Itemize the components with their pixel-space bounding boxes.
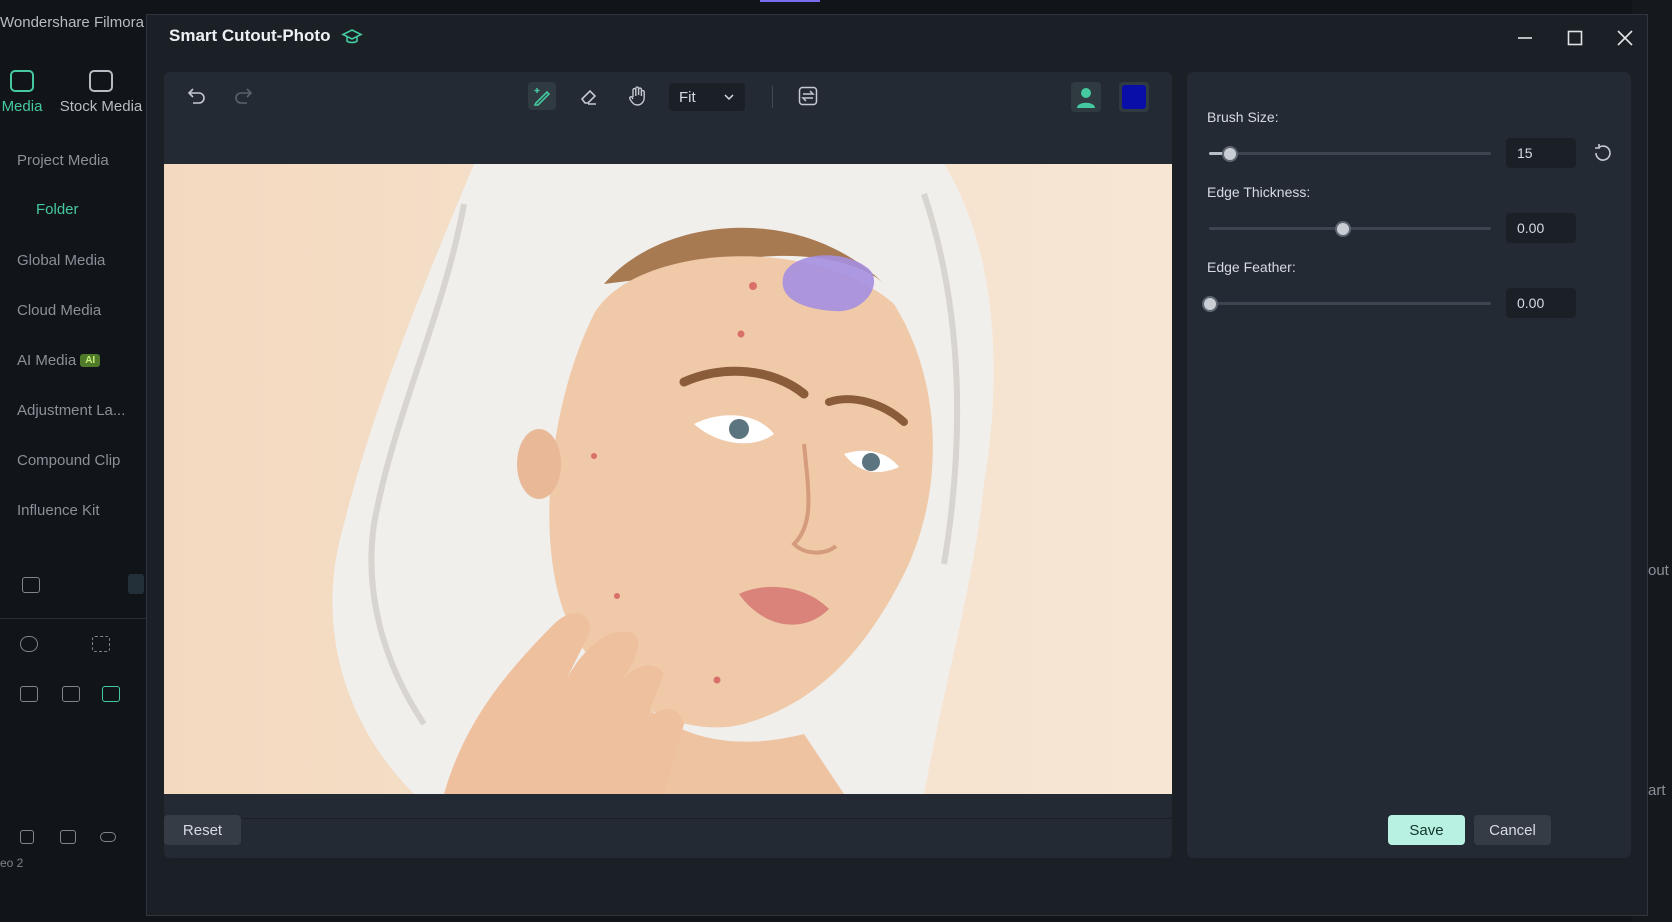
link-icon[interactable] (20, 686, 38, 702)
edge-thickness-label: Edge Thickness: (1207, 184, 1311, 200)
right-bg-text-2: art (1648, 782, 1666, 799)
edge-thickness-handle[interactable] (1334, 221, 1351, 237)
zoom-select-value: Fit (679, 88, 696, 106)
track-label: eo 2 (0, 856, 24, 870)
maximize-icon[interactable] (1562, 25, 1588, 51)
edge-feather-input[interactable]: 0.00 (1506, 288, 1576, 318)
app-title: Wondershare Filmora (0, 14, 144, 31)
swap-icon[interactable] (794, 82, 822, 110)
sidebar-item-global-media[interactable]: Global Media (17, 252, 105, 269)
canvas-area: Fit (164, 72, 1172, 858)
tab-media-label: Media (1, 98, 43, 115)
reset-button[interactable]: Reset (164, 815, 241, 845)
close-icon[interactable] (1612, 25, 1638, 51)
store-icon (89, 70, 113, 92)
reset-brush-size-icon[interactable] (1592, 142, 1614, 164)
edge-feather-slider[interactable] (1202, 296, 1491, 312)
new-folder-icon[interactable] (22, 577, 40, 593)
mask-color-button[interactable] (1119, 82, 1149, 112)
dialog-title: Smart Cutout-Photo (169, 26, 331, 45)
volume-icon[interactable] (60, 830, 76, 844)
ai-badge: AI (80, 354, 101, 367)
photo-canvas[interactable] (164, 164, 1172, 794)
brush-size-label: Brush Size: (1207, 109, 1279, 125)
brush-size-input[interactable]: 15 (1506, 138, 1576, 168)
toolbar-divider (772, 86, 773, 108)
edge-feather-handle[interactable] (1202, 296, 1218, 312)
snap-icon[interactable] (102, 686, 120, 702)
tab-stock-media-label: Stock Media (59, 98, 143, 115)
portrait-image (332, 164, 994, 794)
graduation-cap-icon[interactable] (341, 28, 363, 46)
media-icon (10, 70, 34, 92)
smart-brush-icon[interactable] (528, 82, 556, 110)
edge-feather-label: Edge Feather: (1207, 259, 1296, 275)
sidebar-item-ai-media-label: AI Media (17, 352, 77, 369)
save-button[interactable]: Save (1388, 815, 1465, 845)
minimize-icon[interactable] (1512, 25, 1538, 51)
redo-icon[interactable] (230, 82, 258, 110)
sidebar-item-cloud-media[interactable]: Cloud Media (17, 302, 101, 319)
chevron-down-icon (724, 94, 734, 101)
top-accent-line (760, 0, 820, 2)
hand-icon[interactable] (623, 82, 651, 110)
smart-cutout-dialog: Smart Cutout-Photo Fit Brush Size: 15 Ed… (146, 14, 1648, 916)
brush-settings-panel: Brush Size: 15 Edge Thickness: 0.00 Edge… (1187, 72, 1631, 858)
undo-icon[interactable] (182, 82, 210, 110)
edge-thickness-input[interactable]: 0.00 (1506, 213, 1576, 243)
brush-size-slider[interactable] (1209, 146, 1491, 162)
brush-size-handle[interactable] (1221, 146, 1238, 162)
collapse-panel-icon[interactable] (128, 574, 144, 594)
canvas-bottom-bar (164, 818, 1172, 858)
eraser-icon[interactable] (575, 82, 603, 110)
select-tool-icon[interactable] (20, 636, 38, 652)
sidebar-item-folder[interactable]: Folder (36, 201, 79, 218)
canvas-toolbar: Fit (164, 72, 1172, 122)
sidebar-item-ai-media[interactable]: AI Media AI (17, 352, 101, 369)
cancel-button[interactable]: Cancel (1474, 815, 1551, 845)
eye-icon[interactable] (100, 832, 116, 842)
sidebar-item-project-media[interactable]: Project Media (17, 152, 109, 169)
lock-icon[interactable] (20, 830, 34, 844)
sidebar-item-influence-kit[interactable]: Influence Kit (17, 502, 100, 519)
tab-stock-media[interactable]: Stock Media (58, 70, 144, 115)
zoom-select[interactable]: Fit (669, 83, 745, 111)
divider (0, 618, 146, 619)
align-icon[interactable] (62, 686, 80, 702)
marquee-icon[interactable] (92, 636, 110, 652)
person-preview-icon[interactable] (1071, 82, 1101, 112)
edge-thickness-slider[interactable] (1209, 221, 1491, 237)
sidebar-item-compound-clip[interactable]: Compound Clip (17, 452, 120, 469)
mask-color-swatch (1122, 85, 1146, 109)
tab-media[interactable]: Media (0, 70, 44, 115)
sidebar-item-adjustment-layer[interactable]: Adjustment La... (17, 402, 125, 419)
edge-thickness-fill (1209, 227, 1342, 230)
right-bg-text-1: out (1648, 562, 1669, 579)
